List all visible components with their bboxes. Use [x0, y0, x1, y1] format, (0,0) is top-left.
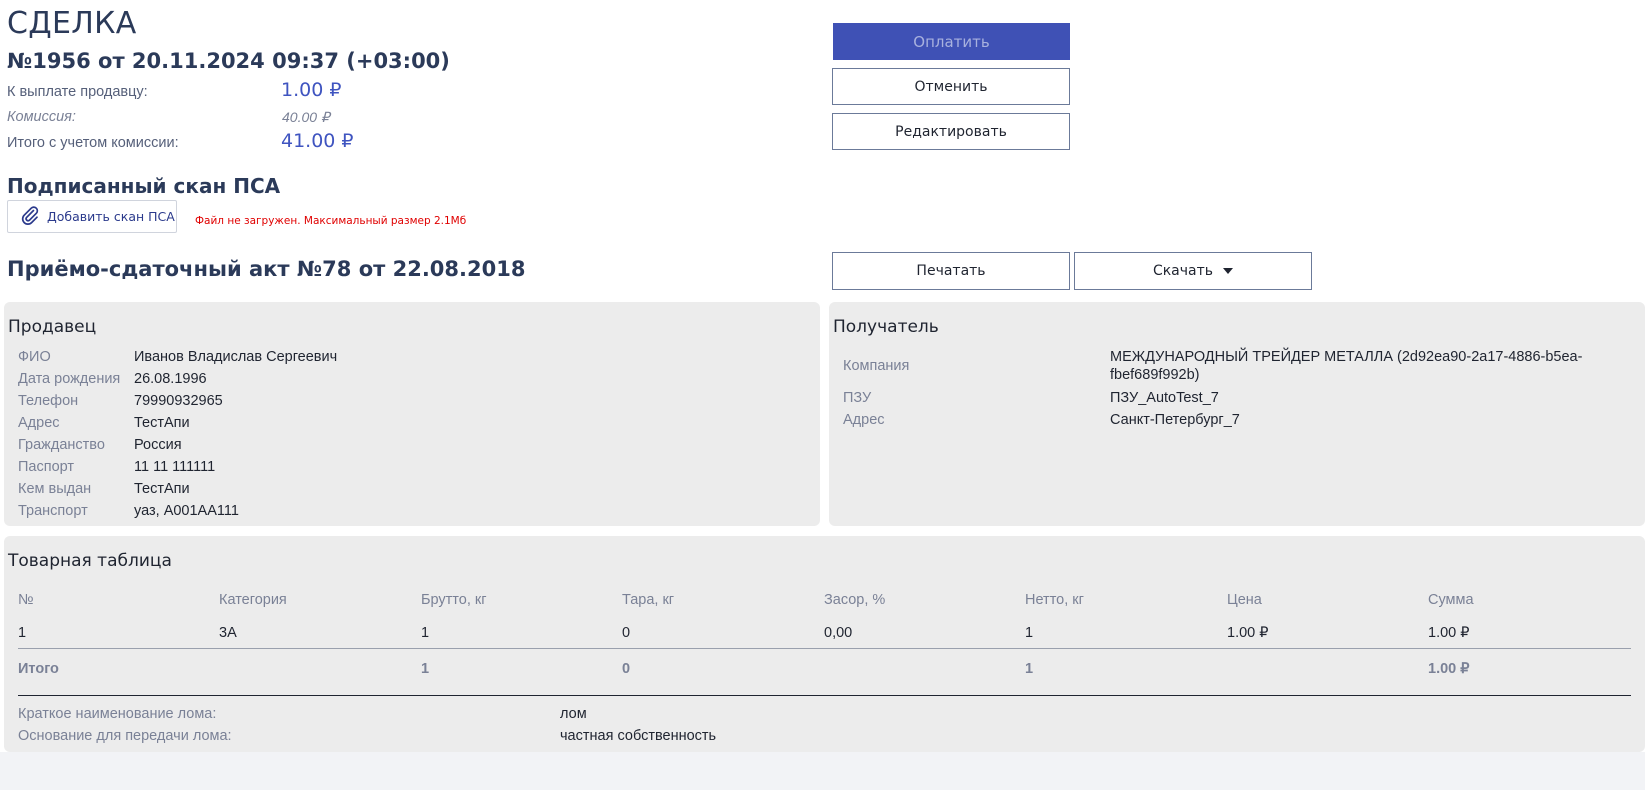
- recipient-field-label: Компания: [843, 358, 910, 374]
- cancel-button[interactable]: Отменить: [832, 68, 1070, 105]
- recipient-field-value: ПЗУ_AutoTest_7: [1110, 390, 1219, 406]
- seller-field-value: 11 11 111111: [134, 459, 216, 475]
- table-cell: 0: [622, 625, 631, 641]
- basis-label: Основание для передачи лома:: [18, 728, 232, 744]
- seller-field-label: Транспорт: [18, 503, 88, 519]
- seller-field-value: ТестАпи: [134, 415, 190, 431]
- print-button[interactable]: Печатать: [832, 252, 1070, 290]
- column-header: Сумма: [1428, 592, 1474, 608]
- act-heading: Приёмо-сдаточный акт №78 от 22.08.2018: [7, 257, 526, 281]
- recipient-field-label: Адрес: [843, 412, 885, 428]
- table-cell: 1: [18, 625, 27, 641]
- column-header: №: [18, 592, 34, 608]
- seller-field-label: Дата рождения: [18, 371, 121, 387]
- column-header: Брутто, кг: [421, 592, 487, 608]
- recipient-company-value-cont: fbef689f992b): [1110, 367, 1200, 383]
- table-cell: 1.00 ₽: [1428, 625, 1470, 641]
- commission-value: 40.00 ₽: [282, 109, 330, 125]
- table-cell: 1: [421, 625, 430, 641]
- column-header: Нетто, кг: [1025, 592, 1084, 608]
- add-scan-button[interactable]: Добавить скан ПСА: [7, 200, 177, 233]
- edit-button[interactable]: Редактировать: [832, 113, 1070, 150]
- paperclip-icon: [20, 205, 40, 228]
- download-dropdown-button[interactable]: Скачать: [1074, 252, 1312, 290]
- total-value: 41.00 ₽: [281, 130, 354, 152]
- recipient-company-value: МЕЖДУНАРОДНЫЙ ТРЕЙДЕР МЕТАЛЛА (2d92ea90-…: [1110, 349, 1583, 365]
- seller-field-label: Кем выдан: [18, 481, 92, 497]
- add-scan-label: Добавить скан ПСА: [47, 209, 175, 224]
- total-label: Итого с учетом комиссии:: [7, 135, 179, 151]
- column-header: Засор, %: [824, 592, 886, 608]
- table-cell: 1: [1025, 625, 1034, 641]
- goods-panel: [4, 536, 1645, 752]
- table-cell: 3А: [219, 625, 237, 641]
- seller-title: Продавец: [8, 317, 97, 337]
- seller-field-label: Телефон: [18, 393, 79, 409]
- recipient-field-label: ПЗУ: [843, 390, 872, 406]
- upload-error-message: Файл не загружен. Максимальный размер 2.…: [195, 215, 467, 227]
- seller-field-value: ТестАпи: [134, 481, 190, 497]
- totals-divider: [18, 695, 1631, 696]
- page-title: СДЕЛКА: [7, 6, 137, 41]
- table-cell: 1.00 ₽: [1227, 625, 1269, 641]
- totals-gross: 1: [421, 661, 430, 677]
- seller-field-label: Паспорт: [18, 459, 75, 475]
- basis-value: частная собственность: [560, 728, 717, 744]
- deal-number: №1956 от 20.11.2024 09:37 (+03:00): [7, 49, 450, 73]
- seller-field-value: 79990932965: [134, 393, 223, 409]
- column-header: Категория: [219, 592, 287, 608]
- table-cell: 0,00: [824, 625, 853, 641]
- short-name-label: Краткое наименование лома:: [18, 706, 217, 722]
- column-header: Тара, кг: [622, 592, 675, 608]
- commission-label: Комиссия:: [7, 109, 76, 125]
- goods-title: Товарная таблица: [8, 551, 172, 571]
- chevron-down-icon: [1223, 268, 1234, 274]
- seller-field-value: уаз, А001АА111: [134, 503, 239, 519]
- totals-tare: 0: [622, 661, 631, 677]
- seller-field-label: ФИО: [18, 349, 51, 365]
- recipient-title: Получатель: [833, 317, 939, 337]
- seller-field-value: Иванов Владислав Сергеевич: [134, 349, 338, 365]
- recipient-field-value: Санкт-Петербург_7: [1110, 412, 1240, 428]
- seller-field-label: Гражданство: [18, 437, 105, 453]
- seller-panel: [4, 302, 820, 526]
- seller-field-label: Адрес: [18, 415, 60, 431]
- totals-label: Итого: [18, 661, 59, 677]
- row-divider: [18, 648, 1631, 649]
- totals-net: 1: [1025, 661, 1034, 677]
- pay-button[interactable]: Оплатить: [833, 23, 1070, 60]
- short-name-value: лом: [560, 706, 587, 722]
- payout-label: К выплате продавцу:: [7, 84, 148, 100]
- payout-value: 1.00 ₽: [281, 79, 342, 101]
- column-header: Цена: [1227, 592, 1262, 608]
- totals-sum: 1.00 ₽: [1428, 661, 1470, 677]
- download-label: Скачать: [1152, 263, 1214, 279]
- seller-field-value: Россия: [134, 437, 182, 453]
- scan-heading: Подписанный скан ПСА: [7, 174, 281, 198]
- seller-field-value: 26.08.1996: [134, 371, 207, 387]
